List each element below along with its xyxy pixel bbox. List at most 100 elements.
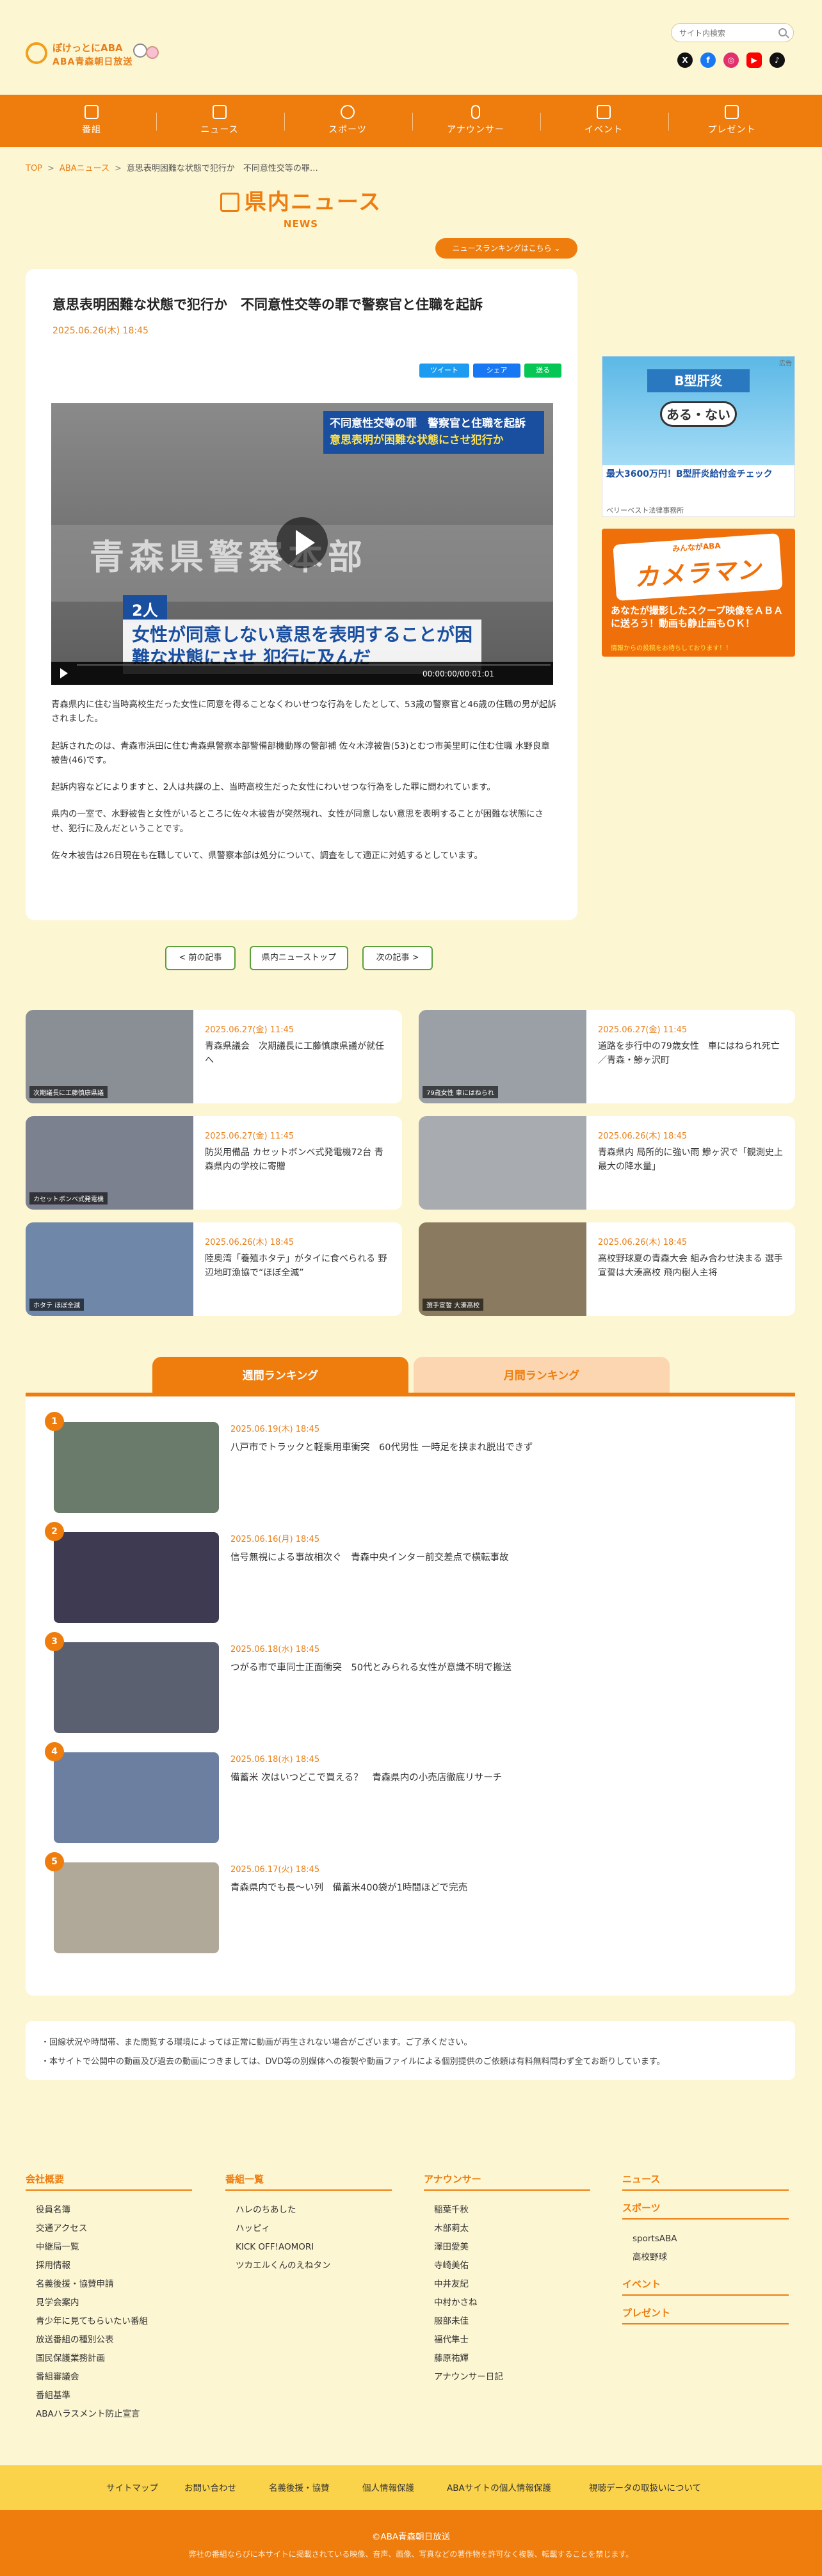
- footer-link[interactable]: sportsABA: [622, 2230, 789, 2248]
- footer-link[interactable]: 中継局一覧: [26, 2238, 192, 2257]
- footer-heading[interactable]: アナウンサー: [424, 2172, 590, 2191]
- ranking-item[interactable]: 3 2025.06.18(水) 18:45 つがる市で車同士正面衝突 50代とみ…: [26, 1617, 795, 1733]
- footer-link[interactable]: 高校野球: [622, 2248, 789, 2267]
- ranking-item[interactable]: 4 2025.06.18(水) 18:45 備蓄米 次はいつどこで買える？ 青森…: [26, 1727, 795, 1843]
- news-date: 2025.06.26(木) 18:45: [598, 1238, 688, 1247]
- x-icon[interactable]: X: [677, 52, 693, 68]
- ad-banner[interactable]: B型肝炎 ある・ない 最大3600万円！B型肝炎給付金チェック ベリーベスト法律…: [602, 356, 795, 517]
- footer-heading[interactable]: スポーツ: [622, 2201, 789, 2220]
- search-box[interactable]: [671, 23, 794, 42]
- rank-badge: 1: [45, 1412, 64, 1431]
- footer-link[interactable]: 中村かさね: [424, 2294, 590, 2312]
- nav-item-announcers[interactable]: アナウンサー: [415, 95, 536, 147]
- tiktok-icon[interactable]: ♪: [770, 52, 785, 68]
- footer-link[interactable]: 澤田愛美: [424, 2238, 590, 2257]
- footer-link[interactable]: 番組基準: [26, 2387, 192, 2405]
- footer-link[interactable]: 放送番組の種別公表: [26, 2331, 192, 2349]
- footer-link[interactable]: 服部未佳: [424, 2312, 590, 2331]
- news-card[interactable]: 79歳女性 車にはねられ 2025.06.27(金) 11:45 道路を歩行中の…: [419, 1010, 795, 1103]
- nav-item-sports[interactable]: スポーツ: [287, 95, 408, 147]
- footer-link[interactable]: 寺崎美佑: [424, 2257, 590, 2275]
- news-title: 陸奥湾「養殖ホタテ」がタイに食べられる 野辺地町漁協で“ほぼ全滅”: [205, 1254, 387, 1279]
- footer-link[interactable]: アナウンサー日記: [424, 2368, 590, 2387]
- footer-link[interactable]: 見学会案内: [26, 2294, 192, 2312]
- nav-item-news[interactable]: ニュース: [159, 95, 280, 147]
- footer-bar-link[interactable]: 個人情報保護: [362, 2481, 414, 2493]
- footer-link[interactable]: 中井友紀: [424, 2275, 590, 2294]
- promo-logo: みんながABA カメラマン: [613, 533, 783, 601]
- footer-heading[interactable]: 番組一覧: [225, 2172, 392, 2191]
- copyright: ©ABA青森朝日放送 弊社の番組ならびに本サイトに掲載されている映像、音声、画像…: [0, 2510, 822, 2576]
- ranking-item[interactable]: 5 2025.06.17(火) 18:45 青森県内でも長〜い列 備蓄米400袋…: [26, 1837, 795, 1953]
- ranking-item[interactable]: 2 2025.06.16(月) 18:45 信号無視による事故相次ぐ 青森中央イ…: [26, 1507, 795, 1623]
- news-ranking-button[interactable]: ニュースランキングはこちら ⌄: [435, 238, 577, 259]
- breadcrumb-home[interactable]: TOP: [26, 164, 42, 173]
- footer-bar-link[interactable]: お問い合わせ: [184, 2481, 236, 2493]
- footer-link[interactable]: 名義後援・協賛申請: [26, 2275, 192, 2294]
- news-title: 道路を歩行中の79歳女性 車にはねられ死亡／青森・鯵ヶ沢町: [598, 1041, 780, 1066]
- facebook-icon[interactable]: f: [700, 52, 716, 68]
- footer-link[interactable]: 交通アクセス: [26, 2220, 192, 2238]
- facebook-share-button[interactable]: シェア: [473, 364, 520, 378]
- footer-link[interactable]: 稲葉千秋: [424, 2201, 590, 2220]
- footer-link[interactable]: 藤原祐輝: [424, 2349, 590, 2368]
- news-date: 2025.06.27(金) 11:45: [205, 1132, 294, 1141]
- prev-article-button[interactable]: < 前の記事: [165, 946, 236, 970]
- footer-bar-link[interactable]: 視聴データの取扱いについて: [589, 2481, 701, 2493]
- ranking-date: 2025.06.16(月) 18:45: [230, 1535, 320, 1544]
- play-icon[interactable]: [277, 517, 328, 568]
- footer-heading[interactable]: 会社概要: [26, 2172, 192, 2191]
- tweet-button[interactable]: ツイート: [419, 364, 469, 378]
- copyright-text: ©ABA青森朝日放送: [371, 2532, 451, 2542]
- footer-bar-link[interactable]: ABAサイトの個人情報保護: [447, 2481, 551, 2493]
- article-title: 意思表明困難な状態で犯行か 不同意性交等の罪で警察官と住職を起訴: [52, 297, 483, 312]
- footer-bar-link[interactable]: サイトマップ: [106, 2481, 158, 2493]
- news-card[interactable]: ホタテ ほぼ全滅 2025.06.26(木) 18:45 陸奥湾「養殖ホタテ」が…: [26, 1222, 402, 1316]
- footer-link[interactable]: 青少年に見てもらいたい番組: [26, 2312, 192, 2331]
- footer-heading[interactable]: イベント: [622, 2277, 789, 2296]
- ranking-thumbnail: [54, 1752, 219, 1843]
- site-logo[interactable]: ぽけっとにABA ABA青森朝日放送: [26, 40, 160, 72]
- news-card[interactable]: カセットボンベ式発電機 2025.06.27(金) 11:45 防災用備品 カセ…: [26, 1116, 402, 1210]
- line-share-button[interactable]: 送る: [524, 364, 561, 378]
- footer-link[interactable]: KICK OFF!AOMORI: [225, 2238, 392, 2257]
- search-input[interactable]: [679, 28, 775, 39]
- footer-link[interactable]: ハッピィ: [225, 2220, 392, 2238]
- video-player[interactable]: 青森県警察本部 不同意性交等の罪 警察官と住職を起訴 意思表明が困難な状態にさせ…: [51, 403, 553, 685]
- footer-link[interactable]: 木部莉太: [424, 2220, 590, 2238]
- footer-link[interactable]: 番組審議会: [26, 2368, 192, 2387]
- instagram-icon[interactable]: ◎: [723, 52, 739, 68]
- news-card[interactable]: 2025.06.26(木) 18:45 青森県内 局所的に強い雨 鰺ヶ沢で「観測…: [419, 1116, 795, 1210]
- news-card[interactable]: 次期議長に工藤慎康県議 2025.06.27(金) 11:45 青森県議会 次期…: [26, 1010, 402, 1103]
- news-top-button[interactable]: 県内ニューストップ: [250, 946, 348, 970]
- next-article-button[interactable]: 次の記事 >: [362, 946, 433, 970]
- article-date: 2025.06.26(木) 18:45: [52, 326, 149, 336]
- footer-link[interactable]: 採用情報: [26, 2257, 192, 2275]
- footer-bar-link[interactable]: 名義後援・協賛: [269, 2481, 330, 2493]
- tab-weekly-ranking[interactable]: 週間ランキング: [152, 1357, 408, 1395]
- news-thumbnail: 選手宣誓 大湊高校: [419, 1222, 586, 1316]
- footer-link[interactable]: ハレのちあした: [225, 2201, 392, 2220]
- tab-monthly-ranking[interactable]: 月間ランキング: [414, 1357, 670, 1395]
- footer-heading[interactable]: ニュース: [622, 2172, 789, 2191]
- video-progress-bar[interactable]: [77, 664, 551, 666]
- camera-promo-banner[interactable]: みんながABA カメラマン あなたが撮影したスクープ映像をＡＢＡに送ろう！動画も静…: [602, 529, 795, 657]
- nav-item-presents[interactable]: プレゼント: [671, 95, 793, 147]
- footer-link[interactable]: ツカエルくんのえねタン: [225, 2257, 392, 2275]
- breadcrumb-news[interactable]: ABAニュース: [60, 164, 109, 173]
- breadcrumb-separator: >: [114, 164, 122, 173]
- youtube-icon[interactable]: ▶: [746, 52, 762, 68]
- footer-link[interactable]: 福代隼士: [424, 2331, 590, 2349]
- footer-link[interactable]: ABAハラスメント防止宣言: [26, 2405, 192, 2424]
- news-date: 2025.06.27(金) 11:45: [205, 1025, 294, 1035]
- nav-item-events[interactable]: イベント: [543, 95, 665, 147]
- search-icon[interactable]: [778, 28, 787, 36]
- nav-item-programs[interactable]: 番組: [31, 95, 152, 147]
- ranking-item[interactable]: 1 2025.06.19(木) 18:45 八戸市でトラックと軽乗用車衝突 60…: [26, 1396, 795, 1513]
- footer-link[interactable]: 役員名簿: [26, 2201, 192, 2220]
- footer-heading[interactable]: プレゼント: [622, 2306, 789, 2324]
- ranking-thumbnail: [54, 1422, 219, 1513]
- footer-link[interactable]: 国民保護業務計画: [26, 2349, 192, 2368]
- play-small-icon[interactable]: [60, 668, 68, 678]
- news-card[interactable]: 選手宣誓 大湊高校 2025.06.26(木) 18:45 高校野球夏の青森大会…: [419, 1222, 795, 1316]
